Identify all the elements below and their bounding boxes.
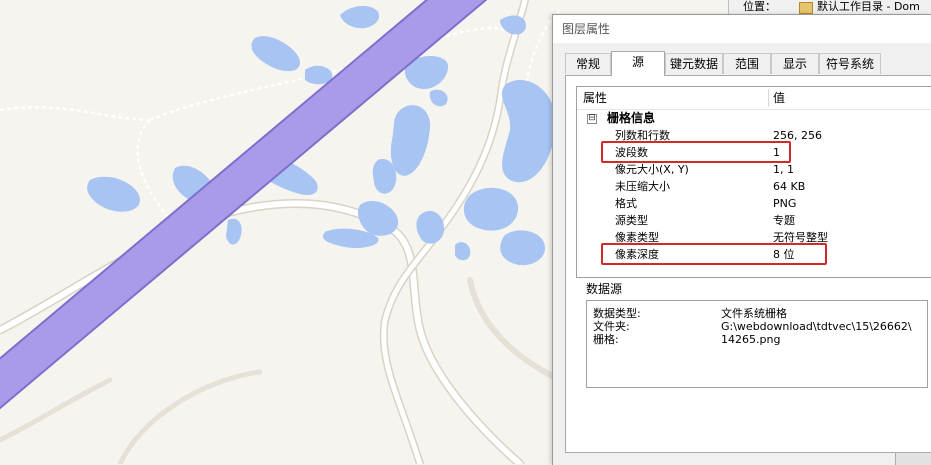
header-property[interactable]: 属性 <box>583 87 607 109</box>
tab-general[interactable]: 常规 <box>565 53 611 74</box>
row-value: 1, 1 <box>773 163 794 176</box>
background-window-strip: 位置： 默认工作目录 - Dom <box>728 0 931 14</box>
tab-key-metadata[interactable]: 键元数据 <box>665 53 723 74</box>
tab-symbology[interactable]: 符号系统 <box>819 53 881 74</box>
tab-display[interactable]: 显示 <box>771 53 819 74</box>
data-source-value: G:\webdownload\tdtvec\15\26662\ <box>721 320 912 333</box>
group-raster-info[interactable]: ⊟ 栅格信息 <box>577 110 931 127</box>
row-key: 源类型 <box>615 214 648 227</box>
header-separator <box>768 89 769 107</box>
folder-icon <box>799 2 813 14</box>
location-label: 位置： <box>743 0 776 13</box>
data-source-key: 栅格: <box>593 333 619 346</box>
row-value: 专题 <box>773 214 795 227</box>
tab-source[interactable]: 源 <box>611 51 665 76</box>
tab-extent[interactable]: 范围 <box>723 53 771 74</box>
table-row[interactable]: 像元大小(X, Y) 1, 1 <box>577 161 931 178</box>
property-table[interactable]: 属性 值 ⊟ 栅格信息 列数和行数 256, 256 波段数 1 像元大小(X,… <box>576 86 931 278</box>
data-source-box[interactable]: 数据类型: 文件系统栅格 文件夹: G:\webdownload\tdtvec\… <box>586 300 928 388</box>
data-source-value: 14265.png <box>721 333 781 346</box>
header-value[interactable]: 值 <box>773 87 785 109</box>
data-source-row: 栅格: 14265.png <box>593 333 927 346</box>
location-value: 默认工作目录 - Dom <box>817 0 920 13</box>
row-key: 格式 <box>615 197 637 210</box>
source-tab-panel: 属性 值 ⊟ 栅格信息 列数和行数 256, 256 波段数 1 像元大小(X,… <box>565 75 931 453</box>
data-source-key: 数据类型: <box>593 307 641 320</box>
table-row[interactable]: 格式 PNG <box>577 195 931 212</box>
highlight-band-count <box>601 141 791 163</box>
map-canvas[interactable] <box>0 0 560 464</box>
data-source-label: 数据源 <box>586 282 623 296</box>
table-row[interactable]: 未压缩大小 64 KB <box>577 178 931 195</box>
collapse-icon[interactable]: ⊟ <box>587 114 597 124</box>
property-table-header: 属性 值 <box>577 87 931 110</box>
dialog-button-partial[interactable] <box>895 452 931 465</box>
layer-properties-dialog: 图层属性 常规 源 键元数据 范围 显示 符号系统 属性 值 ⊟ 栅格信息 列数… <box>552 14 931 465</box>
dialog-title[interactable]: 图层属性 <box>553 15 931 43</box>
data-source-row: 文件夹: G:\webdownload\tdtvec\15\26662\ <box>593 320 927 333</box>
data-source-row: 数据类型: 文件系统栅格 <box>593 307 927 320</box>
highlight-pixel-depth <box>601 243 827 265</box>
row-value: PNG <box>773 197 797 210</box>
row-key: 未压缩大小 <box>615 180 670 193</box>
data-source-value: 文件系统栅格 <box>721 307 787 320</box>
row-key: 像元大小(X, Y) <box>615 163 689 176</box>
group-label: 栅格信息 <box>607 111 656 125</box>
row-value: 64 KB <box>773 180 806 193</box>
data-source-key: 文件夹: <box>593 320 630 333</box>
table-row[interactable]: 源类型 专题 <box>577 212 931 229</box>
